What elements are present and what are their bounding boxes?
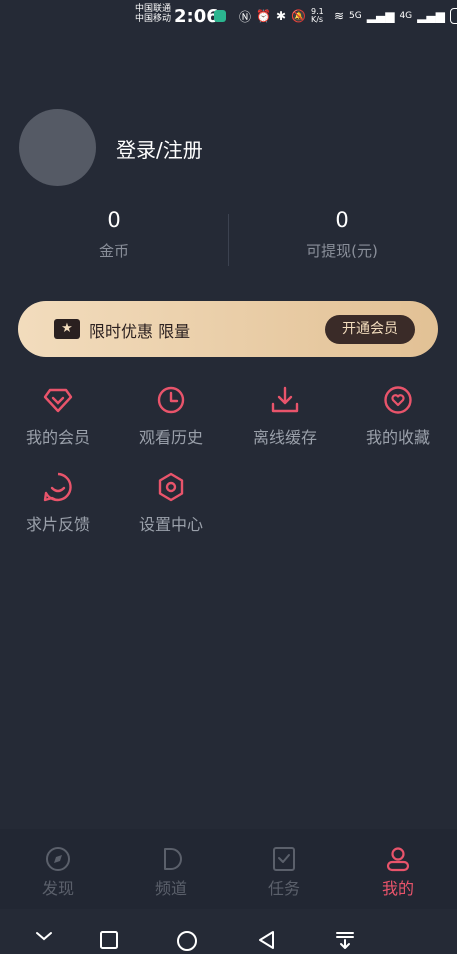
download-icon [271,386,299,413]
grid-item-label: 离线缓存 [252,428,317,447]
grid-item-label: 观看历史 [138,428,203,447]
grid-item-history[interactable]: 观看历史 [121,384,221,448]
grid-item-feedback[interactable]: 求片反馈 [8,471,108,535]
grid-item-favorites[interactable]: 我的收藏 [348,384,448,448]
bottom-nav: 发现 频道 任务 我的 [0,829,457,909]
bluetooth-icon: ✱ [275,9,287,23]
grid-item-offline-cache[interactable]: 离线缓存 [235,384,335,448]
stats-divider [228,214,229,266]
grid-item-label: 求片反馈 [25,515,90,534]
play-icon [164,848,182,870]
signal-5g: 5G [349,11,362,21]
clock-icon [157,386,185,414]
diamond-icon [43,388,73,413]
promo-text: 限时优惠 限量 [89,322,191,341]
net-speed: 9.1 K/s [310,7,324,24]
system-nav-bar [0,915,457,954]
notification-pull-icon[interactable] [334,929,356,951]
chat-bubble-icon [43,472,72,502]
nfc-icon: Ⓝ [239,9,252,24]
nav-label: 发现 [41,879,74,898]
nav-tab-channel[interactable]: 频道 [131,845,211,899]
login-register-link[interactable]: 登录/注册 [116,134,203,163]
status-icons: Ⓝ ⏰ ✱ 🔕 9.1 K/s ≋ 5G ▂▄▆ 4G ▂▄▆ 41 [214,7,457,25]
coins-label: 金币 [98,242,129,260]
signal-bars-icon: ▂▄▆ [366,9,395,23]
wifi-icon: ≋ [333,9,345,23]
open-vip-button[interactable]: 开通会员 [325,315,415,344]
grid-item-label: 我的会员 [25,428,90,447]
carrier-names: 中国联通 中国移动 [135,4,172,24]
status-time: 2:06 [174,6,219,27]
alarm-icon: ⏰ [256,9,271,23]
nav-tab-mine[interactable]: 我的 [358,845,438,899]
user-icon [386,847,410,872]
battery-icon: 41 [449,8,457,24]
compass-icon [46,847,70,871]
grid-item-membership[interactable]: 我的会员 [8,384,108,448]
grid-item-label: 设置中心 [138,515,203,534]
avatar[interactable] [19,109,96,186]
grid-item-settings[interactable]: 设置中心 [121,471,221,535]
app-notification-icon [214,10,226,22]
nav-tab-tasks[interactable]: 任务 [244,845,324,899]
coins-value: 0 [107,208,121,232]
home-icon[interactable] [175,929,199,953]
signal-4g: 4G [399,11,413,21]
settings-hex-icon [158,472,184,502]
mute-icon: 🔕 [291,9,306,23]
task-check-icon [273,847,295,871]
status-bar: 中国联通 中国移动 2:06 Ⓝ ⏰ ✱ 🔕 9.1 K/s ≋ 5G ▂▄▆ … [0,0,457,32]
vip-promo-banner[interactable]: ★ 限时优惠 限量 开通会员 [18,301,438,357]
grid-item-label: 我的收藏 [365,428,430,447]
nav-label: 我的 [381,879,414,898]
nav-label: 频道 [154,879,187,898]
recent-apps-icon[interactable] [98,929,120,951]
ticket-star-icon: ★ [54,319,80,339]
withdrawable-label: 可提现(元) [306,242,378,260]
chevron-down-icon[interactable] [34,930,54,942]
heart-icon [384,386,412,414]
back-icon[interactable] [256,929,278,951]
signal-bars-icon: ▂▄▆ [417,9,445,23]
withdrawable-value: 0 [335,208,349,232]
nav-label: 任务 [267,879,300,898]
nav-tab-discover[interactable]: 发现 [18,845,98,899]
